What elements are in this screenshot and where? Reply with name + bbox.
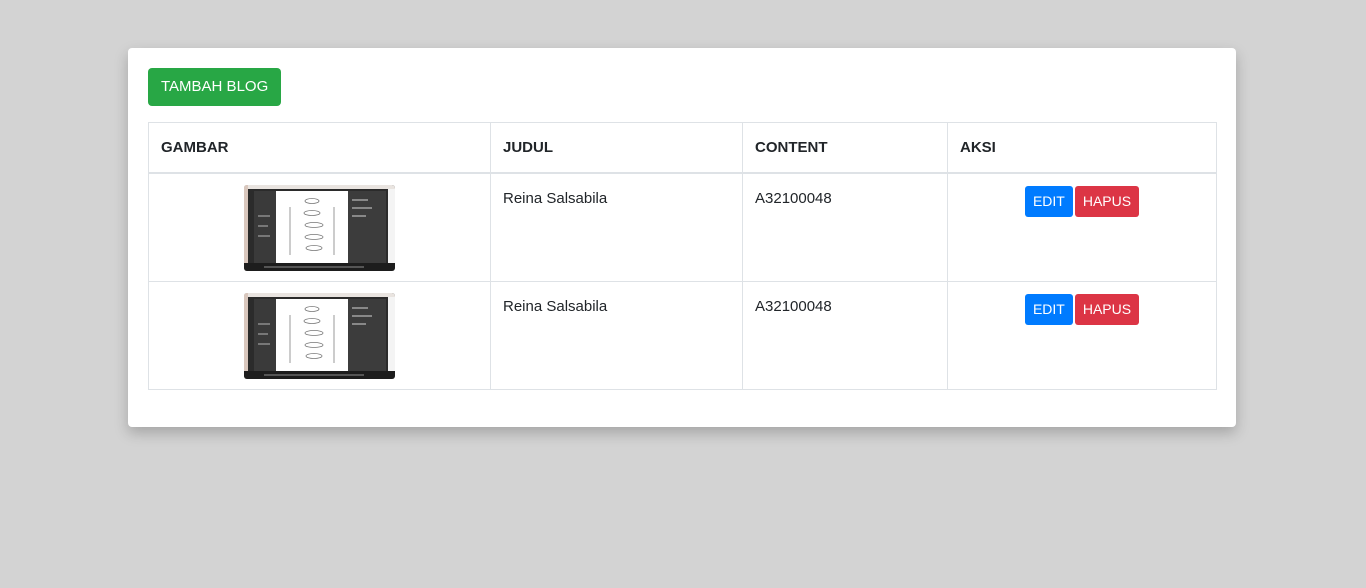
judul-cell: Reina Salsabila <box>490 280 743 390</box>
content-cell: A32100048 <box>742 280 948 390</box>
header-gambar: GAMBAR <box>148 122 491 174</box>
header-aksi: AKSI <box>947 122 1217 174</box>
blog-card: TAMBAH BLOG GAMBAR JUDUL CONTENT AKSI Re… <box>128 48 1236 427</box>
table-header-row: GAMBAR JUDUL CONTENT AKSI <box>148 122 1217 174</box>
aksi-cell: EDIT HAPUS <box>947 172 1217 282</box>
blog-table: GAMBAR JUDUL CONTENT AKSI Reina Salsabil… <box>148 122 1217 390</box>
judul-cell: Reina Salsabila <box>490 172 743 282</box>
blog-thumbnail <box>244 292 395 379</box>
header-content: CONTENT <box>742 122 948 174</box>
content-cell: A32100048 <box>742 172 948 282</box>
aksi-cell: EDIT HAPUS <box>947 280 1217 390</box>
gambar-cell <box>148 172 491 282</box>
edit-button[interactable]: EDIT <box>1024 186 1073 217</box>
table-row: Reina Salsabila A32100048 EDIT HAPUS <box>148 172 1217 282</box>
hapus-button[interactable]: HAPUS <box>1074 293 1140 325</box>
header-judul: JUDUL <box>490 122 743 174</box>
hapus-button[interactable]: HAPUS <box>1074 186 1140 217</box>
blog-thumbnail <box>244 185 395 271</box>
tambah-blog-button[interactable]: TAMBAH BLOG <box>148 68 282 106</box>
gambar-cell <box>148 280 491 390</box>
table-row: Reina Salsabila A32100048 EDIT HAPUS <box>148 280 1217 390</box>
edit-button[interactable]: EDIT <box>1024 293 1073 325</box>
